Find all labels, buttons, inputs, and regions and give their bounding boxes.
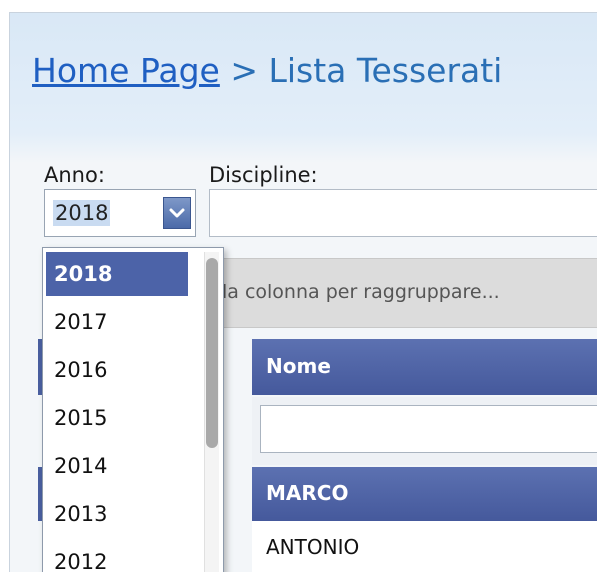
dropdown-option[interactable]: 2014 <box>46 444 188 488</box>
chevron-down-icon <box>169 208 185 218</box>
dropdown-option[interactable]: 2012 <box>46 540 188 572</box>
cell-nome: MARCO <box>266 481 349 505</box>
breadcrumb-current: Lista Tesserati <box>268 51 503 90</box>
anno-value[interactable]: 2018 <box>53 200 111 226</box>
dropdown-option[interactable]: 2018 <box>46 252 188 296</box>
table-row[interactable]: MARCO <box>252 467 597 521</box>
filter-row <box>252 397 597 465</box>
dropdown-option[interactable]: 2013 <box>46 492 188 536</box>
dropdown-option[interactable]: 2016 <box>46 348 188 392</box>
anno-dropdown-list[interactable]: 2018 2017 2016 2015 2014 2013 2012 <box>42 247 224 572</box>
table-row[interactable]: ANTONIO <box>252 521 597 572</box>
anno-combobox[interactable]: 2018 <box>44 189 196 237</box>
nome-filter-input[interactable] <box>260 405 597 453</box>
dropdown-option[interactable]: 2015 <box>46 396 188 440</box>
page-frame: Home Page > Lista Tesserati Anno: Discip… <box>9 12 597 572</box>
discipline-label: Discipline: <box>209 163 318 187</box>
column-header-label: Nome <box>266 354 331 378</box>
breadcrumb-home-link[interactable]: Home Page <box>32 51 220 90</box>
breadcrumb: Home Page > Lista Tesserati <box>32 51 502 90</box>
group-hint: la colonna per raggruppare... <box>222 281 500 303</box>
scrollbar-thumb[interactable] <box>206 258 218 448</box>
anno-label: Anno: <box>44 163 105 187</box>
group-panel[interactable]: la colonna per raggruppare... <box>222 258 597 328</box>
breadcrumb-separator: > <box>230 51 258 90</box>
dropdown-option[interactable]: 2017 <box>46 300 188 344</box>
cell-nome: ANTONIO <box>266 535 360 559</box>
column-header-nome[interactable]: Nome <box>252 339 597 395</box>
discipline-input[interactable] <box>209 189 597 237</box>
anno-dropdown-button[interactable] <box>163 197 191 229</box>
dropdown-scrollbar[interactable] <box>204 252 219 572</box>
